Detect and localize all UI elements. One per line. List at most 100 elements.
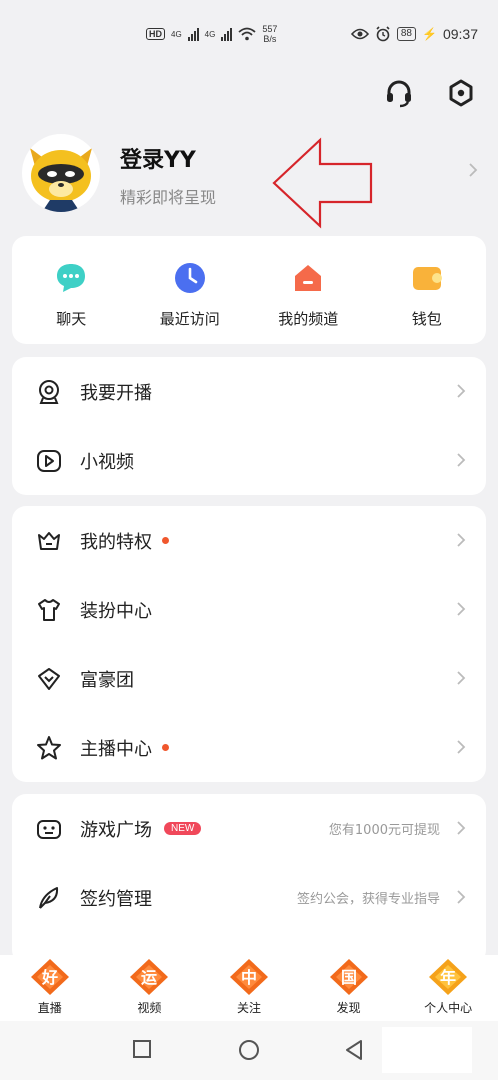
menu-item-label: 富豪团 [80, 669, 134, 691]
settings-button[interactable] [444, 76, 478, 110]
bottom-tab-bar: 好 直播 运 视频 中 关注 国 发现 年 个人中心 [0, 955, 498, 1021]
gamepad-icon [36, 816, 62, 842]
chevron-right-icon [457, 740, 466, 754]
quick-actions-card: 聊天 最近访问 我的频道 钱包 [12, 236, 486, 344]
profile-header[interactable]: 登录YY 精彩即将呈现 [22, 130, 482, 220]
login-title[interactable]: 登录YY [120, 142, 196, 174]
menu-item-anchor-center[interactable]: 主播中心 [12, 713, 486, 782]
chevron-right-icon [457, 602, 466, 616]
quick-action-wallet[interactable]: 钱包 [368, 236, 487, 344]
quick-action-channel[interactable]: 我的频道 [249, 236, 368, 344]
signal-icon [187, 27, 199, 41]
top-actions [382, 76, 478, 110]
home-icon [295, 265, 322, 291]
tab-video-char: 运 [141, 968, 157, 987]
sim2-network: 4G [204, 29, 216, 39]
diamond-icon [36, 666, 62, 692]
back-triangle-icon[interactable] [343, 1038, 365, 1062]
menu-item-label: 游戏广场 [80, 819, 152, 841]
tab-video-icon: 运 [130, 959, 169, 995]
chat-bubble-icon [57, 264, 86, 292]
menu-item-label: 小视频 [80, 451, 134, 473]
wifi-icon [238, 27, 256, 41]
chevron-right-icon [457, 533, 466, 547]
quick-action-label: 聊天 [56, 310, 87, 328]
tab-label: 个人中心 [424, 1001, 473, 1015]
menu-group-privileges: 我的特权 装扮中心 富豪团 主播中心 [12, 506, 486, 782]
tshirt-icon [36, 597, 62, 623]
menu-group-more: 游戏广场 NEW 您有1000元可提现 签约管理 签约公会，获得专业指导 [12, 794, 486, 964]
chevron-right-icon [457, 821, 466, 835]
menu-item-label: 我的特权 [80, 531, 152, 553]
chevron-right-icon [469, 163, 478, 177]
menu-item-label: 装扮中心 [80, 600, 152, 622]
eye-icon [350, 28, 369, 40]
hd-indicator: HD [146, 28, 165, 40]
speed-unit: B/s [263, 34, 277, 44]
menu-item-start-live[interactable]: 我要开播 [12, 357, 486, 426]
wallet-icon [412, 267, 442, 290]
status-bar: HD 4G 4G 557 B/s 88 ⚡ 09:37 [0, 0, 498, 70]
camera-icon [36, 379, 62, 405]
tab-discover-icon: 国 [329, 959, 368, 995]
avatar[interactable] [22, 134, 100, 212]
quick-action-chat[interactable]: 聊天 [12, 236, 131, 344]
tab-follow-icon: 中 [229, 959, 268, 995]
chevron-right-icon [457, 453, 466, 467]
crown-icon [36, 528, 62, 554]
menu-item-label: 主播中心 [80, 738, 152, 760]
quick-action-recent[interactable]: 最近访问 [131, 236, 250, 344]
sim1-network: 4G [171, 29, 182, 39]
quick-action-label: 最近访问 [159, 310, 220, 328]
menu-item-privileges[interactable]: 我的特权 [12, 506, 486, 575]
notification-dot [162, 537, 169, 544]
menu-item-dress-center[interactable]: 装扮中心 [12, 575, 486, 644]
status-center: HD 4G 4G 557 B/s [146, 24, 277, 44]
alarm-icon [376, 26, 390, 42]
clock-icon [174, 263, 205, 293]
tab-label: 直播 [37, 1001, 62, 1015]
tab-live[interactable]: 好 直播 [0, 955, 100, 1021]
recent-apps-icon[interactable] [131, 1038, 153, 1060]
tab-follow-char: 中 [241, 968, 257, 987]
menu-item-hint: 签约公会，获得专业指导 [296, 892, 440, 907]
login-subtitle: 精彩即将呈现 [120, 188, 217, 207]
clock-time: 09:37 [442, 26, 478, 42]
feather-icon [36, 885, 62, 911]
menu-item-label: 签约管理 [80, 888, 152, 910]
star-icon [36, 735, 62, 761]
tab-label: 视频 [137, 1001, 162, 1015]
chevron-right-icon [457, 890, 466, 904]
tab-live-char: 好 [41, 968, 58, 987]
network-speed: 557 B/s [262, 24, 277, 44]
video-play-icon [36, 448, 62, 474]
home-button-icon[interactable] [237, 1038, 261, 1062]
menu-item-contract-manage[interactable]: 签约管理 签约公会，获得专业指导 [12, 863, 486, 932]
tab-profile[interactable]: 年 个人中心 [398, 955, 498, 1021]
menu-group-live: 我要开播 小视频 [12, 357, 486, 495]
tab-follow[interactable]: 中 关注 [199, 955, 299, 1021]
signal-icon-2 [221, 27, 233, 41]
customer-service-button[interactable] [382, 76, 416, 110]
tab-label: 发现 [336, 1001, 361, 1015]
annotation-arrow-icon [272, 137, 373, 229]
new-badge: NEW [164, 822, 202, 835]
settings-hexagon-icon [449, 79, 473, 107]
status-right: 88 ⚡ 09:37 [350, 26, 478, 42]
charging-icon: ⚡ [422, 27, 437, 41]
tab-profile-char: 年 [440, 968, 456, 987]
quick-action-label: 钱包 [411, 310, 442, 328]
blank-region [382, 1027, 472, 1073]
chevron-right-icon [457, 671, 466, 685]
system-nav-bar [0, 1021, 498, 1080]
menu-item-hint: 您有1000元可提现 [328, 823, 440, 838]
menu-item-rich-club[interactable]: 富豪团 [12, 644, 486, 713]
tab-video[interactable]: 运 视频 [100, 955, 200, 1021]
quick-action-label: 我的频道 [278, 310, 339, 328]
headset-icon [387, 80, 411, 108]
menu-item-short-video[interactable]: 小视频 [12, 426, 486, 495]
menu-item-game-plaza[interactable]: 游戏广场 NEW 您有1000元可提现 [12, 794, 486, 863]
tab-discover[interactable]: 国 发现 [299, 955, 399, 1021]
tab-profile-icon: 年 [429, 959, 468, 995]
yy-mascot-avatar [30, 148, 92, 212]
